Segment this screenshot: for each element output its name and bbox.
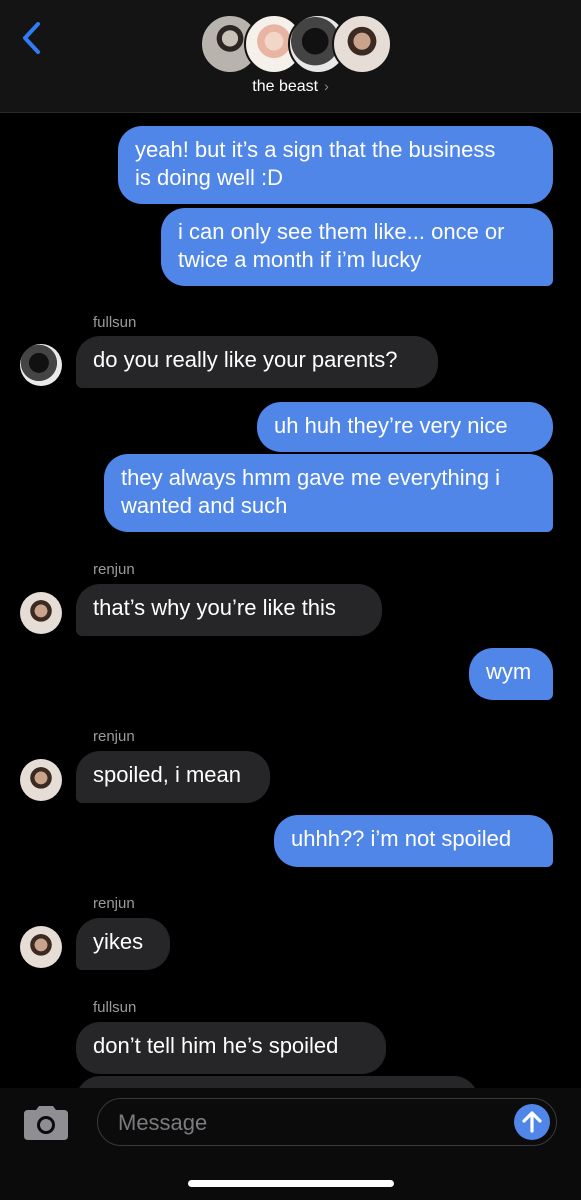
conversation-header: the beast › xyxy=(0,0,581,113)
sender-avatar[interactable] xyxy=(20,592,62,634)
incoming-message[interactable]: spoiled, i mean xyxy=(76,751,270,803)
sender-avatar[interactable] xyxy=(20,926,62,968)
group-name: the beast xyxy=(252,78,319,95)
back-button[interactable] xyxy=(18,20,48,56)
home-indicator[interactable] xyxy=(188,1180,394,1187)
camera-button[interactable] xyxy=(22,1104,70,1142)
sender-avatar[interactable] xyxy=(20,344,62,386)
outgoing-message[interactable]: yeah! but it’s a sign that the business … xyxy=(118,126,553,204)
outgoing-message[interactable]: uhhh?? i’m not spoiled xyxy=(274,815,553,867)
chevron-left-icon xyxy=(23,22,40,54)
sender-avatar[interactable] xyxy=(20,759,62,801)
incoming-message[interactable]: yikes xyxy=(76,918,170,970)
outgoing-message[interactable]: they always hmm gave me everything i wan… xyxy=(104,454,553,532)
group-name-button[interactable]: the beast › xyxy=(0,78,581,96)
sender-name: renjun xyxy=(93,728,135,745)
chat-screen: the beast › yeah! but it’s a sign that th… xyxy=(0,0,581,1200)
send-button[interactable] xyxy=(514,1104,550,1140)
incoming-message[interactable]: that’s why you’re like this xyxy=(76,584,382,636)
incoming-message-partial[interactable] xyxy=(76,1076,478,1088)
outgoing-message[interactable]: wym xyxy=(469,648,553,700)
sender-name: renjun xyxy=(93,561,135,578)
member-avatar xyxy=(332,14,392,74)
sender-name: renjun xyxy=(93,895,135,912)
outgoing-message[interactable]: i can only see them like... once or twic… xyxy=(161,208,553,286)
message-input[interactable] xyxy=(116,1107,500,1139)
group-avatars[interactable] xyxy=(200,14,392,74)
message-list[interactable]: yeah! but it’s a sign that the business … xyxy=(0,112,581,1088)
outgoing-message[interactable]: uh huh they’re very nice xyxy=(257,402,553,452)
sender-name: fullsun xyxy=(93,314,137,331)
arrow-up-icon xyxy=(522,1111,542,1133)
chevron-right-icon: › xyxy=(324,78,329,94)
incoming-message[interactable]: don’t tell him he’s spoiled xyxy=(76,1022,386,1074)
message-input-container[interactable] xyxy=(97,1098,557,1146)
sender-name: fullsun xyxy=(93,999,137,1016)
incoming-message[interactable]: do you really like your parents? xyxy=(76,336,438,388)
camera-icon xyxy=(24,1106,68,1140)
